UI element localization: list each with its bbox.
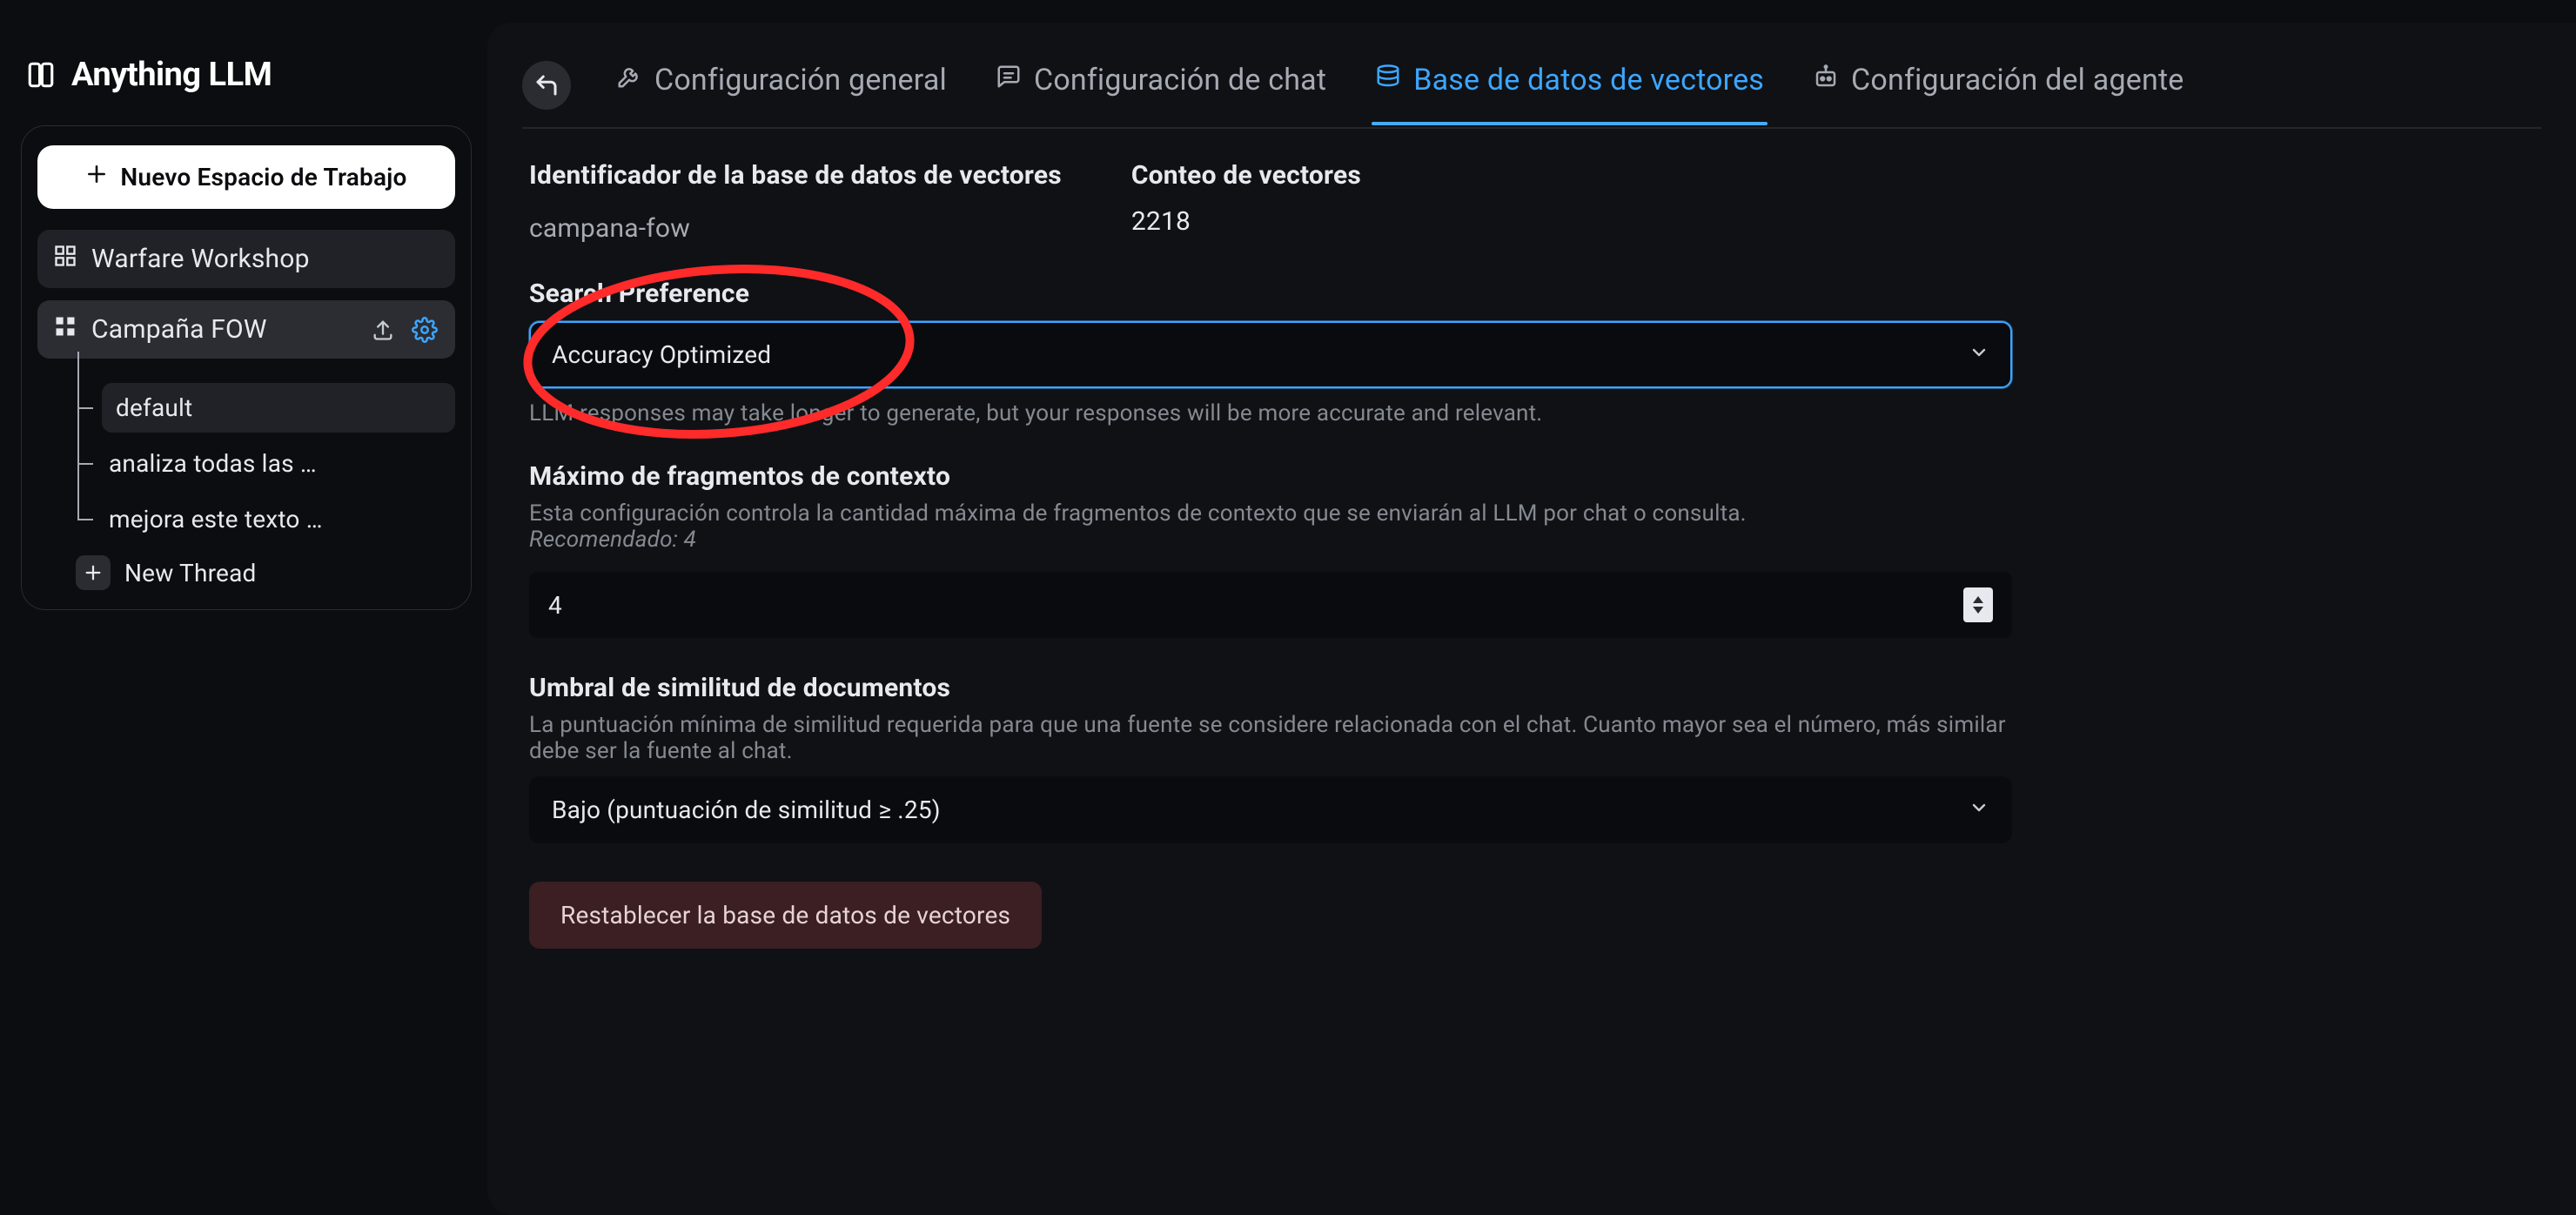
tab-label: Configuración del agente <box>1851 63 2184 97</box>
database-icon <box>1375 63 1401 97</box>
sidebar: Anything LLM Nuevo Espacio de Trabajo Wa… <box>0 0 487 1215</box>
select-value: Bajo (puntuación de similitud ≥ .25) <box>552 795 941 824</box>
tab-label: Configuración general <box>654 63 947 97</box>
thread-row[interactable]: mejora este texto … <box>69 491 455 547</box>
reset-vector-db-button[interactable]: Restablecer la base de datos de vectores <box>529 882 1042 949</box>
grid-icon <box>53 314 77 345</box>
new-workspace-label: Nuevo Espacio de Trabajo <box>120 163 406 191</box>
step-down-icon <box>1973 607 1983 614</box>
search-preference-label: Search Preference <box>529 279 2012 309</box>
similarity-section: Umbral de similitud de documentos La pun… <box>529 673 2012 843</box>
grid-icon <box>53 244 77 274</box>
input-value: 4 <box>548 591 562 620</box>
vector-identifier-block: Identificador de la base de datos de vec… <box>529 160 1062 244</box>
back-button[interactable] <box>522 61 571 110</box>
similarity-desc: La puntuación mínima de similitud requer… <box>529 712 2012 764</box>
workspace-item-active[interactable]: Campaña FOW <box>37 300 455 359</box>
logo-icon <box>26 60 56 90</box>
content: Identificador de la base de datos de vec… <box>522 129 2019 949</box>
workspace-name: Campaña FOW <box>91 314 354 345</box>
tab-vector-database[interactable]: Base de datos de vectores <box>1372 47 1768 124</box>
search-preference-section: Search Preference Accuracy Optimized LLM… <box>529 279 2012 426</box>
thread-item[interactable]: mejora este texto … <box>102 498 455 540</box>
vector-identifier-value: campana-fow <box>529 213 1062 244</box>
robot-icon <box>1813 63 1839 97</box>
chevron-down-icon <box>1969 795 1989 824</box>
max-fragments-recommended: Recomendado: 4 <box>529 527 696 553</box>
thread-row[interactable]: analiza todas las … <box>69 435 455 491</box>
chevron-down-icon <box>1969 340 1989 369</box>
tab-chat[interactable]: Configuración de chat <box>992 47 1330 124</box>
similarity-select[interactable]: Bajo (puntuación de similitud ≥ .25) <box>529 776 2012 843</box>
workspace-item[interactable]: Warfare Workshop <box>37 230 455 288</box>
wrench-icon <box>616 63 642 97</box>
thread-row[interactable]: default <box>69 379 455 435</box>
vector-info-row: Identificador de la base de datos de vec… <box>529 160 2012 244</box>
brand-title: Anything LLM <box>71 56 272 94</box>
upload-icon[interactable] <box>368 315 398 345</box>
vector-identifier-label: Identificador de la base de datos de vec… <box>529 160 1062 191</box>
tabs: Configuración general Configuración de c… <box>522 47 2541 129</box>
gear-icon[interactable] <box>410 315 439 345</box>
max-fragments-desc-text: Esta configuración controla la cantidad … <box>529 500 1747 527</box>
max-fragments-desc: Esta configuración controla la cantidad … <box>529 500 2012 553</box>
workspace-list: Warfare Workshop Campaña FOW <box>37 230 455 590</box>
workspace-name: Warfare Workshop <box>91 244 439 274</box>
main-panel: Configuración general Configuración de c… <box>487 23 2576 1215</box>
number-stepper[interactable] <box>1963 587 1993 622</box>
workspace-actions <box>368 315 439 345</box>
max-fragments-label: Máximo de fragmentos de contexto <box>529 461 2012 492</box>
select-value: Accuracy Optimized <box>552 340 771 369</box>
thread-list: default analiza todas las … mejora este … <box>69 379 455 590</box>
tab-label: Configuración de chat <box>1034 63 1326 97</box>
tab-label: Base de datos de vectores <box>1413 63 1764 97</box>
tab-general[interactable]: Configuración general <box>613 47 950 124</box>
new-thread-button[interactable]: New Thread <box>69 555 455 590</box>
plus-icon <box>76 555 111 590</box>
thread-item[interactable]: default <box>102 383 455 433</box>
new-workspace-button[interactable]: Nuevo Espacio de Trabajo <box>37 145 455 209</box>
plus-icon <box>85 163 108 191</box>
brand: Anything LLM <box>21 35 472 125</box>
new-thread-label: New Thread <box>124 559 257 587</box>
thread-item[interactable]: analiza todas las … <box>102 442 455 485</box>
vector-count-value: 2218 <box>1131 206 1361 237</box>
reset-vector-db-label: Restablecer la base de datos de vectores <box>560 901 1010 930</box>
search-preference-helper: LLM responses may take longer to generat… <box>529 400 2012 426</box>
similarity-label: Umbral de similitud de documentos <box>529 673 2012 703</box>
vector-count-label: Conteo de vectores <box>1131 160 1361 191</box>
tab-agent[interactable]: Configuración del agente <box>1809 47 2188 124</box>
max-fragments-input[interactable]: 4 <box>529 572 2012 638</box>
sidebar-card: Nuevo Espacio de Trabajo Warfare Worksho… <box>21 125 472 610</box>
search-preference-select[interactable]: Accuracy Optimized <box>529 321 2012 388</box>
max-fragments-section: Máximo de fragmentos de contexto Esta co… <box>529 461 2012 638</box>
chat-icon <box>996 63 1022 97</box>
vector-count-block: Conteo de vectores 2218 <box>1131 160 1361 244</box>
step-up-icon <box>1973 596 1983 603</box>
